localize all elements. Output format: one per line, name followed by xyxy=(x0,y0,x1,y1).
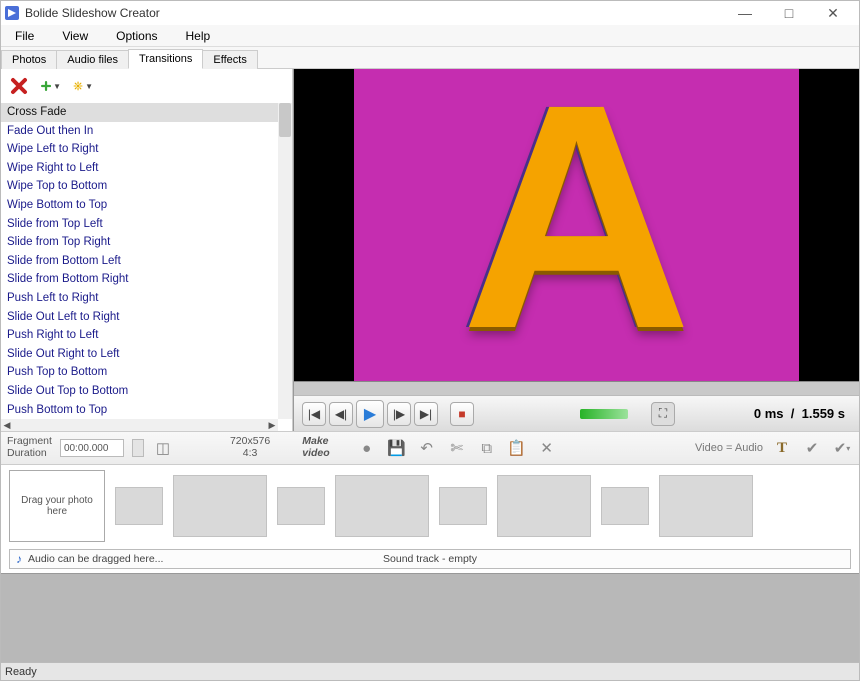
timeline-slot[interactable] xyxy=(173,475,267,537)
transition-item[interactable]: Slide from Bottom Right xyxy=(1,270,278,289)
timeline-slot[interactable] xyxy=(439,487,487,525)
scroll-thumb[interactable] xyxy=(279,103,291,137)
close-button[interactable]: ✕ xyxy=(811,2,855,24)
horizontal-scrollbar[interactable]: ◀ ▶ xyxy=(1,419,278,431)
playback-position: 0 ms xyxy=(754,406,784,421)
make-video-button[interactable]: Makevideo xyxy=(302,436,329,459)
maximize-button[interactable]: □ xyxy=(767,2,811,24)
transition-item[interactable]: Push Top to Bottom xyxy=(1,363,278,382)
next-frame-button[interactable]: |▶ xyxy=(387,402,411,426)
menu-help[interactable]: Help xyxy=(172,25,225,46)
preview-canvas: A xyxy=(294,69,859,395)
audio-track-status: Sound track - empty xyxy=(10,553,850,565)
fragment-duration-label: FragmentDuration xyxy=(7,436,52,459)
audio-track[interactable]: ♪ Audio can be dragged here... Sound tra… xyxy=(9,549,851,569)
app-icon xyxy=(5,6,19,20)
copy-button[interactable]: ⧉ xyxy=(476,437,498,459)
timeline-empty-area xyxy=(1,573,859,662)
chevron-down-icon: ▼ xyxy=(85,82,93,91)
timeline-slot[interactable] xyxy=(335,475,429,537)
last-frame-button[interactable]: ▶| xyxy=(414,402,438,426)
menu-file[interactable]: File xyxy=(1,25,48,46)
transition-item[interactable]: Push Right to Left xyxy=(1,326,278,345)
scroll-left-arrow-icon[interactable]: ◀ xyxy=(1,420,13,431)
status-text: Ready xyxy=(5,666,37,678)
tab-audio-files[interactable]: Audio files xyxy=(56,50,129,69)
transition-item[interactable]: Slide Out Right to Left xyxy=(1,345,278,364)
transitions-toolbar: ▼ ▼ xyxy=(1,69,292,103)
video-resolution: 720x5764:3 xyxy=(230,436,270,459)
transition-item[interactable]: Wipe Right to Left xyxy=(1,159,278,178)
add-transition-button[interactable]: ▼ xyxy=(41,76,61,96)
transition-item[interactable]: Slide Out Top to Bottom xyxy=(1,382,278,401)
tab-effects[interactable]: Effects xyxy=(202,50,257,69)
volume-slider[interactable] xyxy=(580,409,628,419)
transition-item[interactable]: Slide Out Left to Right xyxy=(1,308,278,327)
transition-item[interactable]: Slide from Top Left xyxy=(1,215,278,234)
timeline-slot[interactable] xyxy=(277,487,325,525)
transition-item[interactable]: Wipe Left to Right xyxy=(1,140,278,159)
delete-transition-button[interactable] xyxy=(9,76,29,96)
play-button[interactable]: ▶ xyxy=(356,400,384,428)
transition-item[interactable]: Push Left to Right xyxy=(1,289,278,308)
tab-photos[interactable]: Photos xyxy=(1,50,57,69)
undo-button[interactable]: ↶ xyxy=(416,437,438,459)
cut-button[interactable]: ✄ xyxy=(446,437,468,459)
delete-button[interactable]: ✕ xyxy=(536,437,558,459)
playback-controls: |◀ ◀| ▶ |▶ ▶| ■ ⛶ 0 ms / 1.559 s xyxy=(294,395,859,431)
transition-item[interactable]: Wipe Bottom to Top xyxy=(1,196,278,215)
photo-drop-zone[interactable]: Drag your photo here xyxy=(9,470,105,542)
transition-item[interactable]: Fade Out then In xyxy=(1,122,278,141)
menubar: File View Options Help xyxy=(1,25,859,47)
mid-toolbar: FragmentDuration 00:00.000 ◫ 720x5764:3 … xyxy=(1,431,859,465)
playback-time: 0 ms / 1.559 s xyxy=(678,406,851,421)
stop-button[interactable]: ■ xyxy=(450,402,474,426)
video-audio-label: Video = Audio xyxy=(695,442,763,454)
scroll-right-arrow-icon[interactable]: ▶ xyxy=(266,420,278,431)
playback-duration: 1.559 s xyxy=(802,406,845,421)
timeline-slot[interactable] xyxy=(601,487,649,525)
transition-item[interactable]: Slide from Top Right xyxy=(1,233,278,252)
apply-all-button[interactable]: ✔▾ xyxy=(831,437,853,459)
timeline-slot[interactable] xyxy=(497,475,591,537)
timeline-slot[interactable] xyxy=(115,487,163,525)
transition-preview-icon[interactable]: ◫ xyxy=(152,437,174,459)
menu-options[interactable]: Options xyxy=(102,25,171,46)
chevron-down-icon: ▼ xyxy=(53,82,61,91)
transition-item[interactable]: Slide from Bottom Left xyxy=(1,252,278,271)
random-transition-button[interactable]: ▼ xyxy=(73,76,93,96)
status-bar: Ready xyxy=(1,662,859,680)
timeline-slot[interactable] xyxy=(659,475,753,537)
save-button[interactable]: 💾 xyxy=(386,437,408,459)
transition-item[interactable]: Push Bottom to Top xyxy=(1,401,278,420)
fullscreen-button[interactable]: ⛶ xyxy=(651,402,675,426)
record-button[interactable]: ● xyxy=(356,437,378,459)
minimize-button[interactable]: — xyxy=(723,2,767,24)
transition-item[interactable]: Cross Fade xyxy=(1,103,278,122)
transition-item[interactable]: Wipe Top to Bottom xyxy=(1,177,278,196)
main-tabs: Photos Audio files Transitions Effects xyxy=(1,47,859,69)
prev-frame-button[interactable]: ◀| xyxy=(329,402,353,426)
tab-transitions[interactable]: Transitions xyxy=(128,49,203,69)
timeline[interactable]: Drag your photo here xyxy=(1,465,859,547)
app-title: Bolide Slideshow Creator xyxy=(25,6,160,20)
transitions-list[interactable]: Cross FadeFade Out then InWipe Left to R… xyxy=(1,103,278,419)
apply-button[interactable]: ✔ xyxy=(801,437,823,459)
menu-view[interactable]: View xyxy=(48,25,102,46)
duration-stepper[interactable] xyxy=(132,439,144,457)
first-frame-button[interactable]: |◀ xyxy=(302,402,326,426)
preview-scrollbar[interactable] xyxy=(294,381,859,395)
preview-content: A xyxy=(461,69,692,376)
text-tool-button[interactable]: T xyxy=(771,437,793,459)
paste-button[interactable]: 📋 xyxy=(506,437,528,459)
fragment-duration-input[interactable]: 00:00.000 xyxy=(60,439,124,457)
vertical-scrollbar[interactable] xyxy=(278,103,292,419)
